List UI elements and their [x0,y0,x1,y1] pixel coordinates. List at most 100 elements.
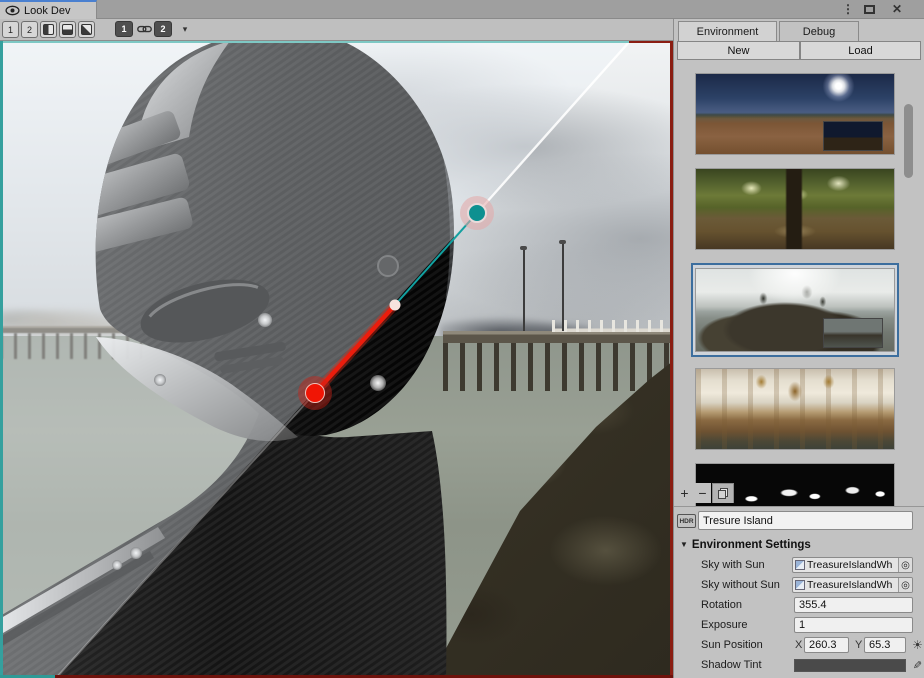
minus-icon: − [698,485,706,501]
view-zone-button[interactable] [78,21,95,38]
foldout-arrow-icon: ▼ [680,540,688,549]
hdr-badge-label: HDR [679,518,693,525]
sky-with-sun-value: TreasureIslandWh [807,559,898,571]
tab-environment-label: Environment [697,26,759,38]
window-menu-button[interactable]: ⋮ [840,1,856,17]
gizmo-center-handle[interactable] [390,300,401,311]
exposure-input[interactable]: 1 [794,617,913,633]
environment-name-value: Tresure Island [703,515,773,527]
sun-position-row: Sun Position X 260.3 Y 65.3 ☀ [674,636,924,656]
plus-icon: + [680,485,688,501]
view-single1-button[interactable]: 1 [2,21,19,38]
rotation-label: Rotation [701,599,742,611]
gizmo-teal-line [395,213,477,305]
lookdev-viewport[interactable] [0,41,673,678]
window-tab-lookdev[interactable]: Look Dev [0,0,97,19]
sun-position-y-input[interactable]: 65.3 [864,637,906,653]
hdr-badge: HDR [677,514,696,528]
sky-without-sun-value: TreasureIslandWh [807,579,898,591]
texture-icon [795,580,805,590]
environment-thumbnail-inset [823,318,883,348]
environment-settings-foldout[interactable]: ▼ Environment Settings [674,536,924,553]
sun-position-x-value: 260.3 [809,639,837,651]
camera2-button[interactable]: 2 [154,21,172,37]
new-environment-button[interactable]: New [677,41,800,60]
object-picker-icon[interactable]: ◎ [898,557,912,573]
gizmo-red-line [315,305,395,393]
remove-environment-button[interactable]: − [694,483,711,503]
environment-thumbnail-forest[interactable] [695,168,895,250]
environment-thumbnail-inset [823,121,883,151]
texture-icon [795,560,805,570]
view-side-by-side-button[interactable] [40,21,57,38]
camera1-label: 1 [121,24,126,34]
sky-without-sun-row: Sky without Sun TreasureIslandWh ◎ [674,576,924,596]
environment-thumbnail-desert[interactable] [695,73,895,155]
window-close-button[interactable]: ✕ [888,1,906,17]
environment-name-field[interactable]: Tresure Island [698,511,913,530]
tab-debug[interactable]: Debug [779,21,859,41]
object-picker-icon[interactable]: ◎ [898,577,912,593]
sun-position-label: Sun Position [701,639,763,651]
view-split-button[interactable] [59,21,76,38]
set-sun-from-view-button[interactable]: ☀ [910,637,924,653]
view-single2-button[interactable]: 2 [21,21,38,38]
chevron-down-icon: ▾ [183,24,188,35]
environment-list [674,60,924,507]
shadow-tint-color-swatch[interactable] [794,659,906,672]
eye-icon [5,5,20,16]
load-button-label: Load [848,45,872,57]
load-environment-button[interactable]: Load [800,41,921,60]
exposure-row: Exposure 1 [674,616,924,636]
y-axis-label: Y [855,639,862,651]
x-axis-label: X [795,639,802,651]
maximize-icon [864,5,875,14]
split-view-icon [62,24,73,35]
sky-with-sun-label: Sky with Sun [701,559,765,571]
window-title: Look Dev [24,5,70,17]
view-single1-label: 1 [8,25,13,35]
exposure-label: Exposure [701,619,747,631]
sun-position-y-value: 65.3 [869,639,890,651]
environment-thumbnail-treasure-island-selected[interactable] [691,263,899,357]
title-bar: Look Dev ⋮ ✕ [0,0,924,19]
link-icon [137,24,152,34]
view-single2-label: 2 [27,25,32,35]
shadow-tint-row: Shadow Tint ✎ [674,656,924,676]
toolbar-dropdown-button[interactable]: ▾ [178,21,192,37]
sun-icon: ☀ [912,638,923,652]
environment-settings-title: Environment Settings [692,539,811,551]
rotation-value: 355.4 [799,599,827,611]
sky-with-sun-row: Sky with Sun TreasureIslandWh ◎ [674,556,924,576]
environment-thumbnail-treasure-island[interactable] [695,268,895,352]
window-maximize-button[interactable] [860,1,878,17]
side-by-side-icon [43,24,54,35]
environment-thumbnail-church[interactable] [695,368,895,450]
add-environment-button[interactable]: + [676,483,693,503]
duplicate-icon [717,487,729,500]
split-gizmo[interactable] [0,41,673,678]
sky-without-sun-label: Sky without Sun [701,579,780,591]
sun-position-x-input[interactable]: 260.3 [804,637,849,653]
sky-without-sun-object-field[interactable]: TreasureIslandWh ◎ [792,577,913,593]
exposure-value: 1 [799,619,805,631]
eyedropper-icon[interactable]: ✎ [910,657,924,673]
gizmo-red-handle[interactable] [306,384,325,403]
close-icon: ✕ [892,2,902,16]
rotation-input[interactable]: 355.4 [794,597,913,613]
zone-view-icon [81,24,92,35]
environment-list-toolbar: + − [674,483,924,505]
camera2-label: 2 [160,24,165,34]
duplicate-environment-button[interactable] [712,483,734,503]
rotation-row: Rotation 355.4 [674,596,924,616]
shadow-tint-label: Shadow Tint [701,659,762,671]
gizmo-teal-handle[interactable] [468,204,486,222]
tab-debug-label: Debug [803,26,835,38]
link-cameras-button[interactable] [136,21,152,37]
tab-environment[interactable]: Environment [678,21,777,41]
kebab-menu-icon: ⋮ [842,2,854,16]
camera1-button[interactable]: 1 [115,21,133,37]
divider [674,506,924,507]
sky-with-sun-object-field[interactable]: TreasureIslandWh ◎ [792,557,913,573]
environment-list-scrollbar[interactable] [904,104,913,178]
